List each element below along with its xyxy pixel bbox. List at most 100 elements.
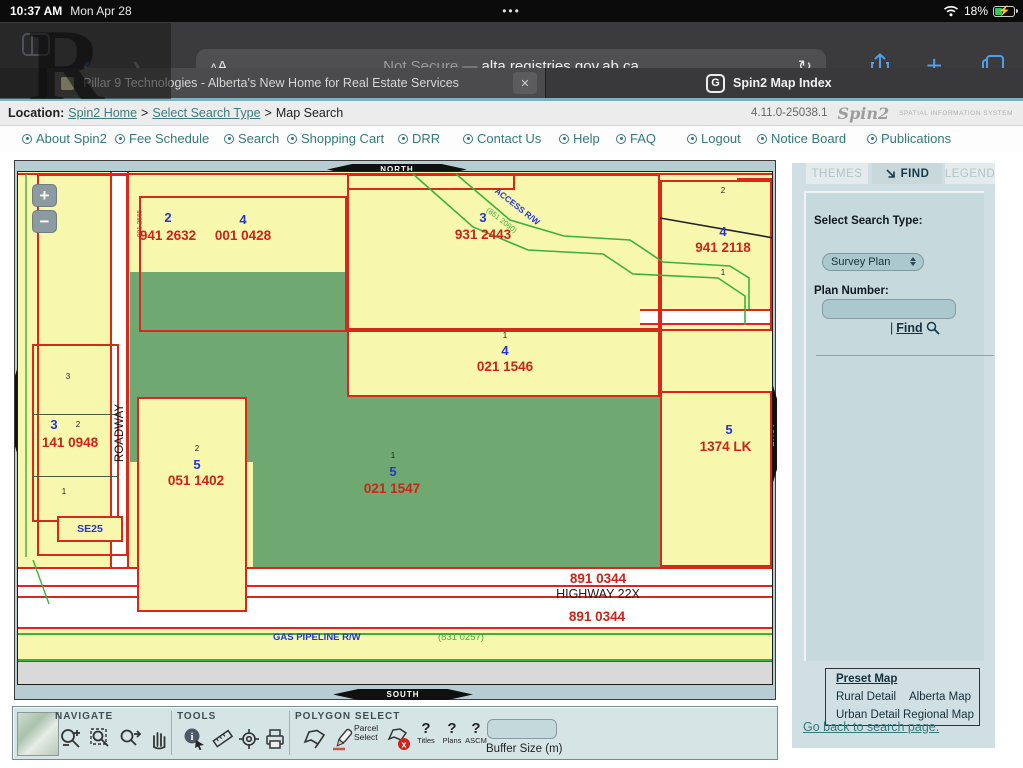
- center-map-icon[interactable]: [235, 724, 262, 754]
- app-nav: About Spin2 Fee Schedule Search Shopping…: [0, 126, 1023, 152]
- tab-find[interactable]: FIND: [872, 163, 942, 184]
- map-zoom-out-button[interactable]: −: [32, 210, 57, 233]
- section-tools-label: TOOLS: [177, 711, 216, 722]
- lot-label: 4: [213, 212, 273, 227]
- roadway-label: ROADWAY: [114, 388, 126, 478]
- zoom-pan-icon[interactable]: [117, 724, 144, 754]
- wifi-icon: [943, 5, 959, 17]
- plan-label: 001 0428: [168, 228, 318, 243]
- preset-map-box: Preset Map Rural Detail Alberta Map Urba…: [825, 668, 980, 726]
- overview-thumbnail[interactable]: [17, 712, 59, 756]
- lot-sub-label: 2: [713, 186, 733, 195]
- search-type-select[interactable]: Survey Plan: [822, 253, 924, 271]
- location-label: Location:: [8, 106, 64, 120]
- spin2-logo: Spin2: [838, 104, 890, 123]
- pipeline-label: GAS PIPELINE R/W: [273, 632, 361, 643]
- tab-spin2[interactable]: G Spin2 Map Index: [545, 68, 1023, 98]
- polygon-select-icon[interactable]: [301, 724, 328, 754]
- watermark-letter: R: [28, 23, 104, 99]
- plan-label: 141 0948: [21, 435, 119, 450]
- battery-percent: 18%: [964, 4, 988, 18]
- tab2-favicon: G: [706, 74, 725, 93]
- highway-name-label: HIGHWAY 22X: [523, 587, 673, 601]
- plan-label: 051 1402: [146, 473, 246, 488]
- tab-legend[interactable]: LEGEND: [945, 163, 995, 184]
- bullet-icon: [687, 134, 697, 144]
- breadcrumb-bar: Location: Spin2 Home > Select Search Typ…: [0, 101, 1023, 126]
- map-frame: NORTH SOUTH WEST EAST: [14, 160, 776, 700]
- buffer-size-label: Buffer Size (m): [486, 743, 562, 755]
- nav-logout[interactable]: Logout: [687, 131, 741, 146]
- map-viewport[interactable]: SE25 + − 2 941 2632 ROADWAY 901 2565 4 0…: [17, 171, 773, 685]
- lot-sub-label: 1: [54, 487, 74, 496]
- lot-sub-label: 1: [495, 331, 515, 340]
- bullet-icon: [757, 134, 767, 144]
- lot-sub-label: 1: [384, 451, 402, 460]
- nav-help[interactable]: Help: [559, 131, 600, 146]
- tab-close-icon[interactable]: ✕: [513, 72, 537, 94]
- pan-hand-icon[interactable]: [145, 724, 172, 754]
- map-linework: [18, 172, 773, 685]
- plan-number-label: Plan Number:: [814, 285, 889, 297]
- clear-selection-icon[interactable]: x: [385, 724, 412, 754]
- tab2-title: Spin2 Map Index: [733, 76, 832, 90]
- screen: 10:37 AM Mon Apr 28 ••• 18% ⚡ ‹ › AA Not…: [0, 0, 1023, 768]
- print-icon[interactable]: [261, 724, 288, 754]
- nav-publications[interactable]: Publications: [867, 131, 951, 146]
- lot-label: 4: [708, 224, 738, 239]
- spin2-logo-subtitle: SPATIAL INFORMATION SYSTEM: [899, 110, 1013, 117]
- find-form: Select Search Type: Survey Plan Plan Num…: [804, 191, 984, 661]
- watermark-overlay: R: [0, 23, 171, 99]
- bullet-icon: [463, 134, 473, 144]
- lot-sub-label: 2: [188, 444, 206, 453]
- nav-about[interactable]: About Spin2: [22, 131, 107, 146]
- breadcrumb-searchtype-link[interactable]: Select Search Type: [152, 106, 260, 120]
- parcel-select-label: ParcelSelect: [354, 724, 378, 742]
- lot-label: 5: [184, 457, 210, 472]
- lot-label: 3: [43, 417, 65, 432]
- divider: [816, 355, 994, 356]
- version-label: 4.11.0-25038.1: [751, 107, 828, 119]
- bullet-icon: [398, 134, 408, 144]
- back-to-search-link[interactable]: Go back to search page.: [803, 720, 939, 734]
- lot-label: 2: [143, 210, 193, 225]
- lot-sub-label: 2: [70, 420, 86, 429]
- find-magnifier-icon: [926, 321, 940, 335]
- nav-shopping-cart[interactable]: Shopping Cart: [287, 131, 384, 146]
- bullet-icon: [115, 134, 125, 144]
- measure-icon[interactable]: [209, 724, 236, 754]
- highway-plan-label: 891 0344: [543, 571, 653, 586]
- breadcrumb-current: Map Search: [276, 106, 343, 120]
- status-bar: 10:37 AM Mon Apr 28 ••• 18% ⚡: [0, 0, 1023, 22]
- nav-notice-board[interactable]: Notice Board: [757, 131, 846, 146]
- tab-themes[interactable]: THEMES: [806, 163, 868, 184]
- bullet-icon: [559, 134, 569, 144]
- parcel-select-icon[interactable]: [329, 724, 356, 754]
- nav-search[interactable]: Search: [224, 131, 279, 146]
- plan-label: 1374 LK: [678, 439, 773, 454]
- buffer-size-input[interactable]: [487, 719, 557, 739]
- zoom-window-icon[interactable]: [87, 724, 114, 754]
- nav-fee-schedule[interactable]: Fee Schedule: [115, 131, 209, 146]
- bullet-icon: [22, 134, 32, 144]
- plan-number-input[interactable]: [822, 299, 956, 319]
- preset-alberta-link[interactable]: Alberta Map: [909, 691, 971, 703]
- nav-drr[interactable]: DRR: [398, 131, 440, 146]
- bullet-icon: [616, 134, 626, 144]
- svg-text:x: x: [401, 740, 406, 750]
- find-button[interactable]: |Find: [890, 321, 940, 335]
- nav-contact-us[interactable]: Contact Us: [463, 131, 541, 146]
- pipeline-plan-label: (831 0257): [438, 632, 484, 643]
- breadcrumb-home-link[interactable]: Spin2 Home: [68, 106, 137, 120]
- compass-south: SOUTH: [333, 689, 473, 700]
- plan-label: 021 1546: [455, 359, 555, 374]
- identify-icon[interactable]: i: [181, 724, 208, 754]
- map-zoom-in-button[interactable]: +: [32, 184, 57, 207]
- zoom-in-icon[interactable]: [57, 724, 84, 754]
- bullet-icon: [287, 134, 297, 144]
- roadway-plan-label: 901 2565: [137, 196, 144, 252]
- plan-label: 941 2118: [673, 240, 773, 255]
- preset-rural-link[interactable]: Rural Detail: [836, 691, 896, 703]
- lot-label: 4: [492, 343, 518, 358]
- nav-faq[interactable]: FAQ: [616, 131, 656, 146]
